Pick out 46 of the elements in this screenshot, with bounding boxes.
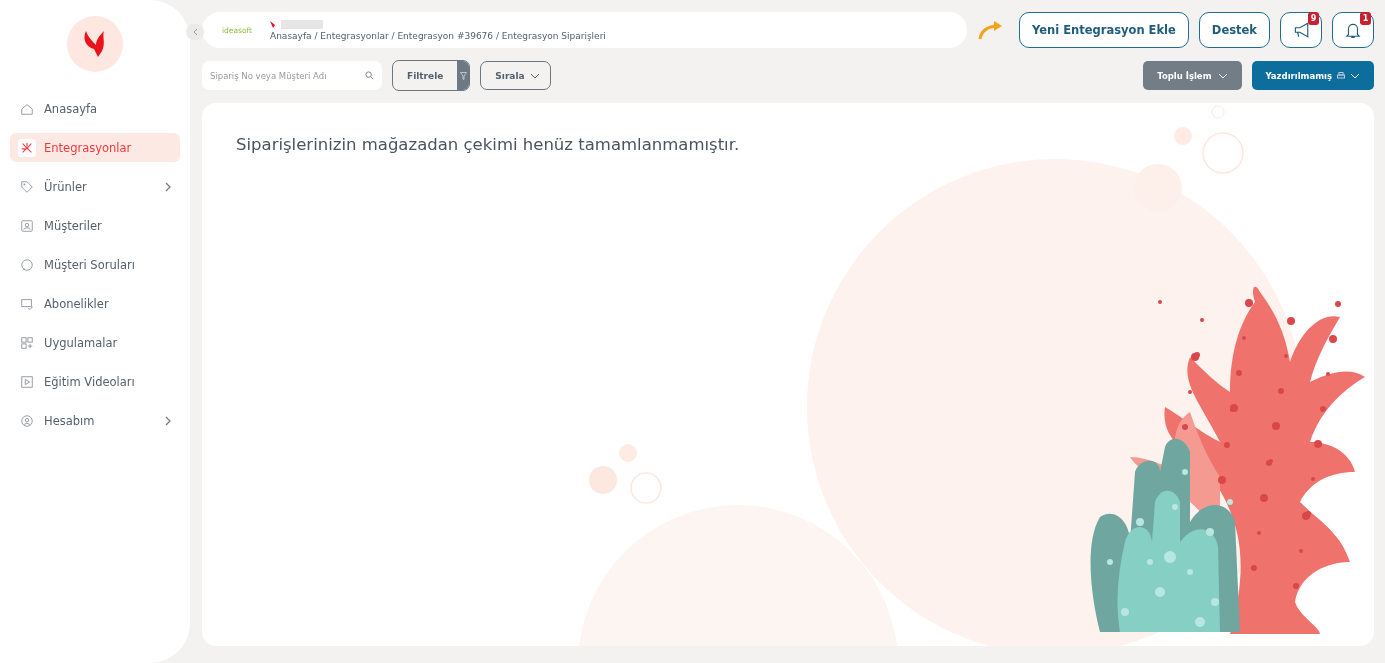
search-field[interactable]: Sipariş No veya Müşteri Adı [202, 61, 382, 90]
search-icon [365, 71, 374, 80]
caret-icon [1217, 72, 1228, 79]
sort-button[interactable]: Sırala [480, 61, 551, 90]
sidebar-item[interactable]: Abonelikler [10, 289, 180, 318]
sidebar-item[interactable]: Müşteriler [10, 211, 180, 240]
count-badge: 1 [1360, 12, 1371, 25]
user-circle-icon [20, 413, 34, 428]
network-icon [20, 140, 34, 155]
sidebar-item[interactable]: Hesabım [10, 406, 180, 435]
grid-icon [20, 335, 34, 350]
blurred-name [281, 19, 323, 29]
chevron-left-icon [192, 28, 198, 36]
logo[interactable] [67, 16, 123, 72]
announcements-button[interactable]: 9 [1280, 12, 1322, 48]
card-icon [20, 296, 34, 311]
breadcrumb: Anasayfa / Entegrasyonlar / Entegrasyon #39676 / Entegrasyon Siparişleri [270, 30, 606, 41]
count-badge: 9 [1308, 12, 1319, 25]
header-button[interactable]: Yeni Entegrasyon Ekle [1018, 12, 1189, 48]
caret-icon [529, 72, 540, 79]
megaphone-icon [1292, 21, 1310, 39]
chat-bubble-icon [20, 257, 34, 272]
sidebar-item[interactable]: Uygulamalar [10, 328, 180, 357]
notifications-button[interactable]: 1 [1332, 12, 1374, 48]
header-button[interactable]: Destek [1198, 12, 1270, 48]
flame-icon [270, 20, 275, 28]
video-icon [20, 374, 34, 389]
caret-icon [1350, 72, 1360, 79]
tag-icon [20, 179, 34, 194]
filter-button[interactable]: Filtrele [393, 61, 458, 90]
funnel-icon [459, 71, 467, 80]
print-filter-button[interactable]: Yazdırılmamış [1251, 61, 1374, 90]
house-icon [20, 101, 34, 116]
sidebar-item[interactable]: Entegrasyonlar [10, 133, 180, 162]
bulk-action-button[interactable]: Toplu İşlem [1143, 61, 1242, 90]
printer-icon [1337, 71, 1345, 80]
sidebar-item[interactable]: Müşteri Soruları [10, 250, 180, 279]
person-card-icon [20, 218, 34, 233]
sidebar-item[interactable]: Anasayfa [10, 94, 180, 123]
empty-state-message: Siparişlerinizin mağazadan çekimi henüz tamamlanmamıştır. [236, 135, 741, 154]
chevron-icon [164, 181, 172, 192]
bell-icon [1344, 21, 1362, 39]
curved-arrow-icon [976, 20, 1003, 40]
chevron-icon [164, 415, 172, 426]
sidebar-item[interactable]: Ürünler [10, 172, 180, 201]
sidebar-item[interactable]: Eğitim Videoları [10, 367, 180, 396]
